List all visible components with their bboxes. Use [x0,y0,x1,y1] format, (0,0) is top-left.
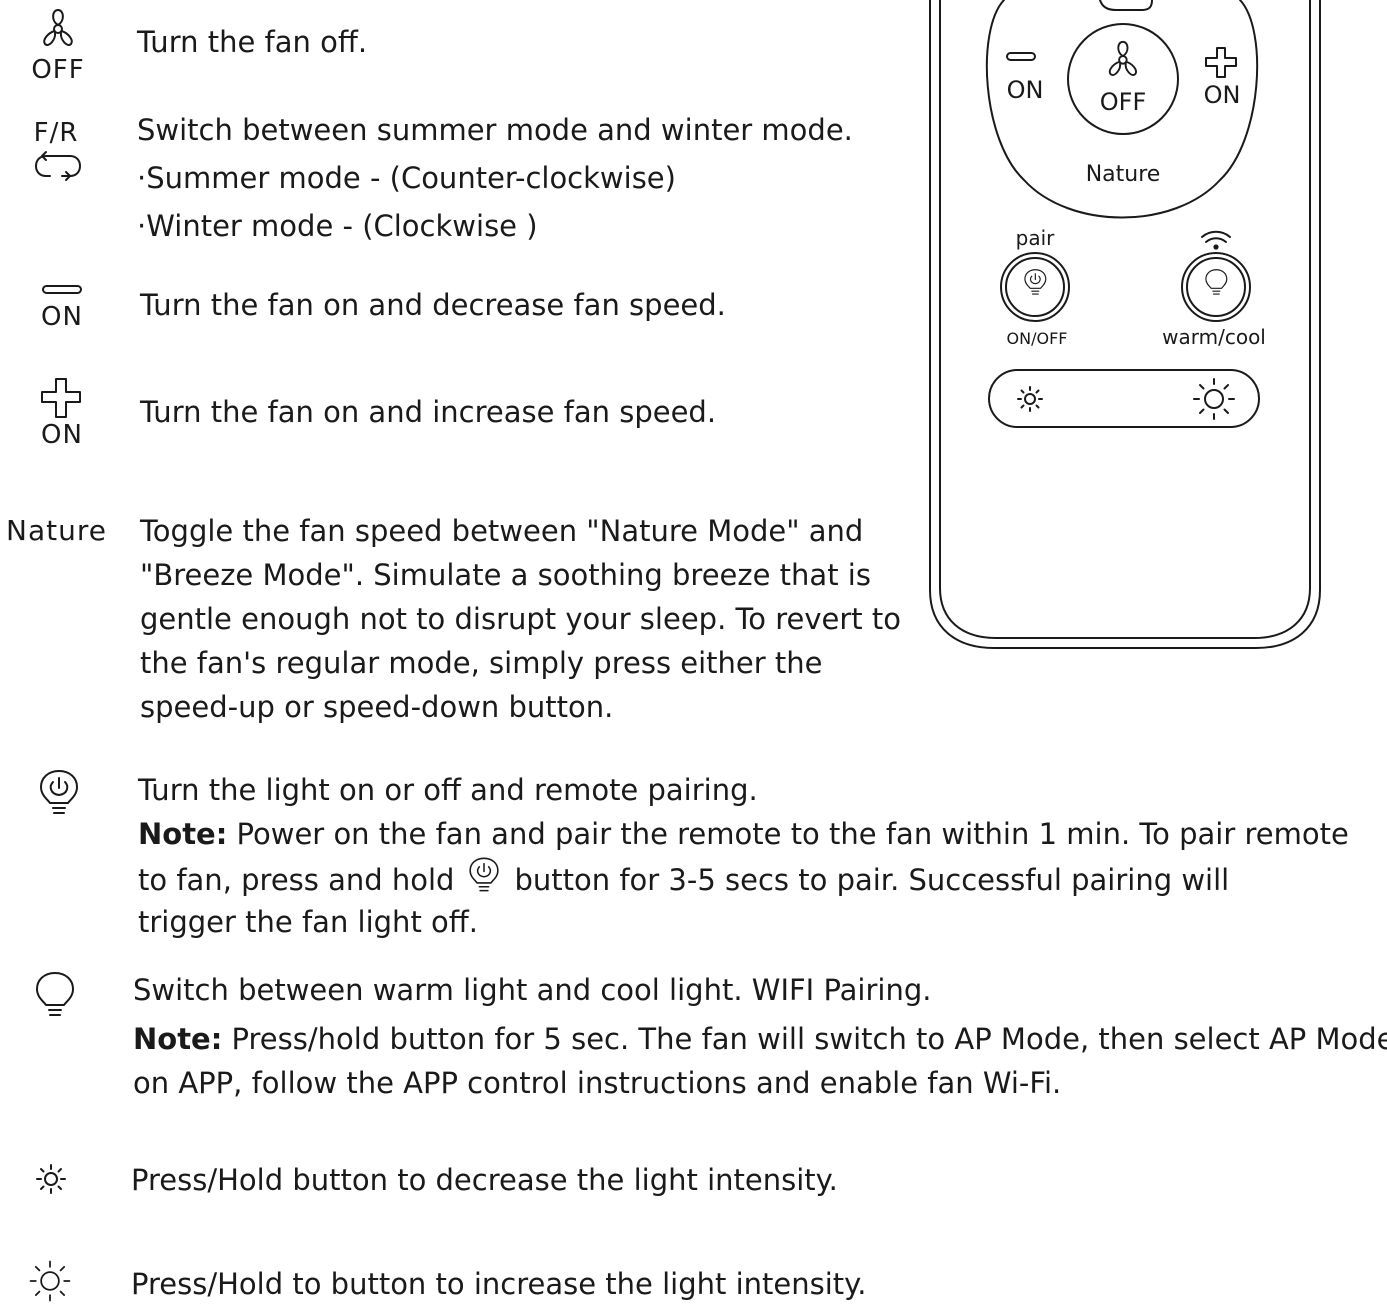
remote-pair-label: pair [1016,226,1056,250]
nature-label: Nature [6,514,107,547]
fr-label: F/R [33,118,79,148]
note-text: button for 3-5 secs to pair. Successful … [514,863,1230,897]
minus-description: Turn the fan on and decrease fan speed. [140,288,726,322]
remote-dimmer-bar[interactable] [988,369,1260,428]
remote-fan-off-button[interactable]: OFF [1100,40,1147,116]
fan-off-description: Turn the fan off. [137,25,368,59]
remote-plus-button[interactable]: ON [1204,47,1241,109]
plus-on-label: ON [41,420,83,450]
warm-cool-note-line-1: Note: Press/hold button for 5 sec. The f… [133,1017,1387,1061]
reverse-icon [32,150,84,184]
fan-off-label: OFF [31,55,85,85]
note-label: Note: [138,817,228,851]
remote-control-illustration: ON ON OFF Nature pair ON/OFF warm/cool [920,0,1330,664]
remote-nature-label[interactable]: Nature [1086,162,1161,187]
summer-mode-bullet: ·Summer mode - (Counter-clockwise) [137,161,676,195]
warm-cool-note-line-2: on APP, follow the APP control instructi… [133,1066,1062,1100]
winter-mode-bullet: ·Winter mode - (Clockwise ) [137,209,538,243]
plus-description: Turn the fan on and increase fan speed. [140,395,717,429]
remote-plus-label: ON [1204,81,1241,109]
nature-line-2: "Breeze Mode". Simulate a soothing breez… [140,558,871,592]
large-sun-icon [24,1258,76,1304]
note-text: Press/hold button for 5 sec. The fan wil… [222,1022,1387,1056]
warm-cool-description: Switch between warm light and cool light… [133,973,932,1007]
dim-up-description: Press/Hold to button to increase the lig… [131,1267,867,1301]
nature-line-4: the fan's regular mode, simply press eit… [140,646,823,680]
remote-off-label: OFF [1100,88,1147,116]
light-power-note-line-3: trigger the fan light off. [138,905,478,939]
note-text: to fan, press and hold [138,863,455,897]
light-power-icon [36,768,82,820]
dim-down-description: Press/Hold button to decrease the light … [131,1163,838,1197]
nature-line-3: gentle enough not to disrupt your sleep.… [140,602,902,636]
remote-warmcool-label: warm/cool [1162,325,1266,349]
light-power-note-line-1: Note: Power on the fan and pair the remo… [138,812,1349,856]
minus-icon [40,283,84,297]
plus-icon [38,375,84,421]
note-text: Power on the fan and pair the remote to … [227,817,1349,851]
nature-line-1: Toggle the fan speed between "Nature Mod… [140,514,864,548]
nature-line-5: speed-up or speed-down button. [140,690,614,724]
remote-onoff-label: ON/OFF [1007,329,1068,348]
remote-light-power-button[interactable] [1000,252,1070,322]
small-sun-icon [34,1162,68,1196]
remote-minus-label: ON [1007,76,1044,104]
remote-dim-down-icon[interactable] [1017,386,1043,412]
fan-icon [36,6,80,48]
minus-on-label: ON [41,302,83,332]
remote-warm-cool-button[interactable] [1181,252,1251,322]
fr-description: Switch between summer mode and winter mo… [137,113,853,147]
light-power-description: Turn the light on or off and remote pair… [138,773,758,807]
wifi-icon [1201,230,1231,250]
remote-minus-button[interactable]: ON [1006,52,1044,104]
note-label: Note: [133,1022,223,1056]
bulb-icon [32,970,78,1026]
remote-dim-up-icon[interactable] [1193,378,1235,420]
